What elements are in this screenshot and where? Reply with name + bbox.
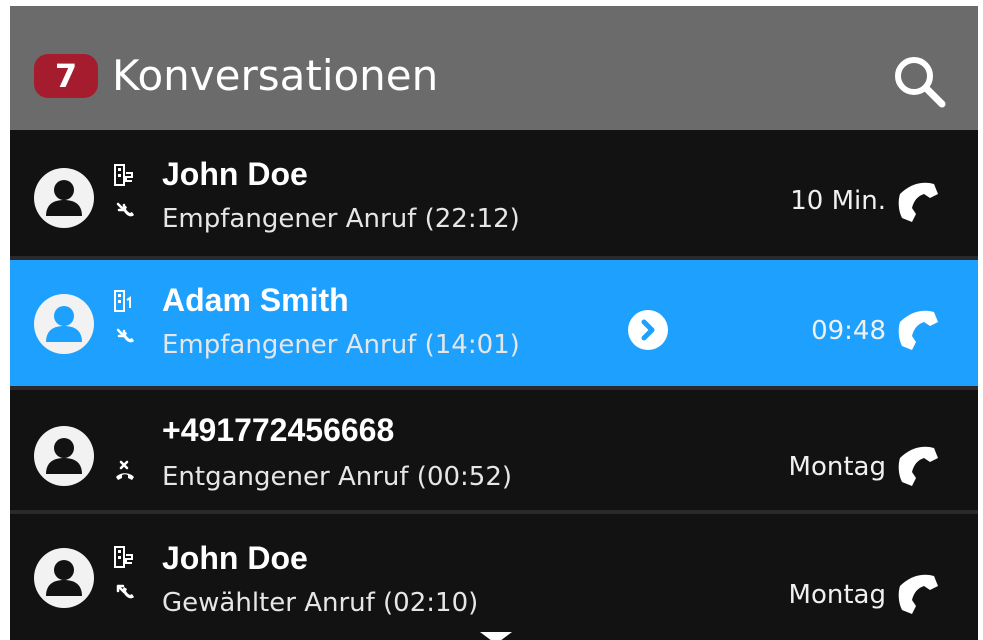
building-2-icon <box>114 546 133 568</box>
conversations-screen: 7 Konversationen John Doe Empfangener An… <box>10 6 978 640</box>
phone-icon[interactable] <box>894 172 946 224</box>
call-detail: Gewählter Anruf (02:10) <box>162 588 479 618</box>
person-icon <box>46 180 82 216</box>
header-bar: 7 Konversationen <box>10 6 978 130</box>
search-icon[interactable] <box>890 52 948 110</box>
call-time: 10 Min. <box>790 186 886 216</box>
building-1-icon <box>114 290 131 312</box>
conversation-row[interactable]: John Doe Gewählter Anruf (02:10) Montag <box>10 514 978 640</box>
avatar <box>34 294 94 354</box>
contact-name: John Doe <box>162 156 308 192</box>
page-title: Konversationen <box>112 51 439 100</box>
building-2-icon <box>114 164 133 186</box>
unread-count-badge: 7 <box>34 54 98 98</box>
contact-name: John Doe <box>162 540 308 576</box>
person-icon <box>46 560 82 596</box>
conversation-row[interactable]: John Doe Empfangener Anruf (22:12) 10 Mi… <box>10 136 978 256</box>
phone-icon[interactable] <box>894 564 946 616</box>
phone-icon[interactable] <box>894 436 946 488</box>
call-time: 09:48 <box>811 316 886 346</box>
call-detail: Empfangener Anruf (22:12) <box>162 204 520 234</box>
call-detail: Entgangener Anruf (00:52) <box>162 462 513 492</box>
avatar <box>34 168 94 228</box>
incoming-call-icon <box>116 328 134 343</box>
chevron-right-icon <box>641 319 655 341</box>
call-time: Montag <box>788 452 886 482</box>
incoming-call-icon <box>116 202 134 217</box>
avatar <box>34 426 94 486</box>
missed-call-icon <box>116 460 134 480</box>
phone-icon[interactable] <box>894 300 946 352</box>
scroll-down-indicator[interactable] <box>480 632 512 640</box>
details-chevron-button[interactable] <box>628 310 668 350</box>
conversation-row-selected[interactable]: Adam Smith Empfangener Anruf (14:01) 09:… <box>10 260 978 386</box>
outgoing-call-icon <box>116 584 134 599</box>
call-time: Montag <box>788 580 886 610</box>
contact-name: +491772456668 <box>162 412 395 448</box>
person-icon <box>46 306 82 342</box>
contact-name: Adam Smith <box>162 282 349 318</box>
avatar <box>34 548 94 608</box>
conversation-row[interactable]: +491772456668 Entgangener Anruf (00:52) … <box>10 390 978 510</box>
call-detail: Empfangener Anruf (14:01) <box>162 330 520 360</box>
person-icon <box>46 438 82 474</box>
